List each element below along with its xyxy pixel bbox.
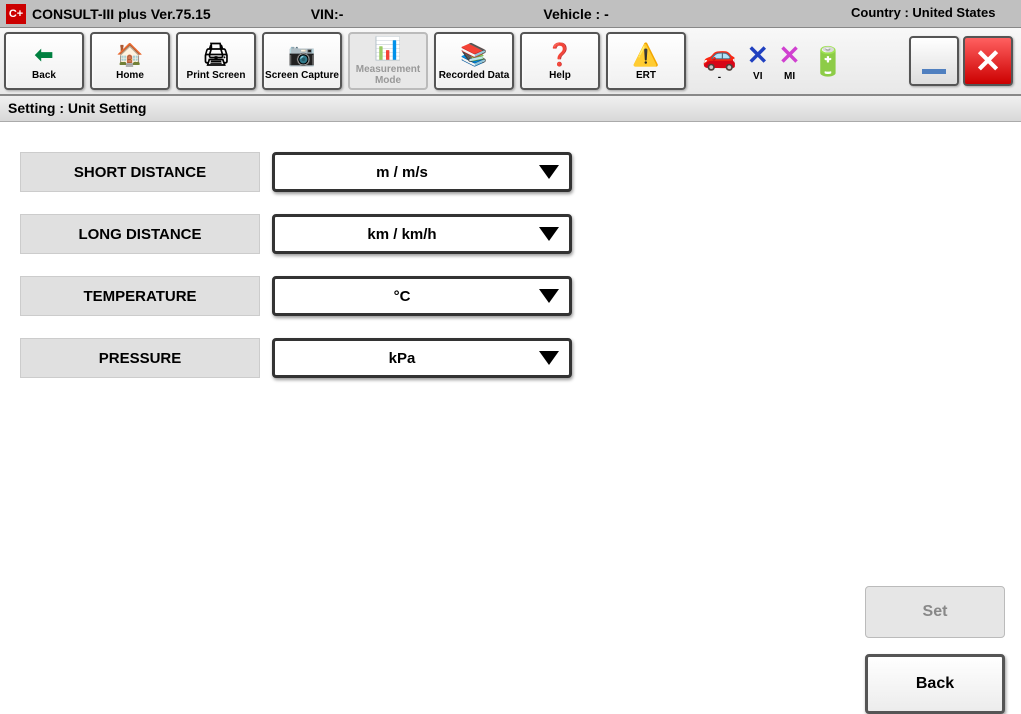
dropdown-value: km / km/h bbox=[275, 226, 529, 243]
ert-button[interactable]: ⚠️ ERT bbox=[606, 32, 686, 90]
help-button[interactable]: ❓ Help bbox=[520, 32, 600, 90]
vehicle-label: Vehicle : - bbox=[543, 6, 851, 22]
chevron-down-icon bbox=[529, 165, 569, 179]
car-icon: 🚗 bbox=[702, 39, 737, 72]
home-button[interactable]: 🏠 Home bbox=[90, 32, 170, 90]
country-label: Country : United States bbox=[851, 6, 1021, 20]
car-status: 🚗 - bbox=[702, 39, 737, 83]
back-button-bottom[interactable]: Back bbox=[865, 654, 1005, 714]
chevron-down-icon bbox=[529, 227, 569, 241]
window-controls: ✕ bbox=[909, 36, 1013, 86]
x-icon: ✕ bbox=[779, 40, 801, 71]
set-button: Set bbox=[865, 586, 1005, 638]
dropdown-value: m / m/s bbox=[275, 164, 529, 181]
print-button[interactable]: 🖨 Print Screen bbox=[176, 32, 256, 90]
battery-status: 🔋 bbox=[810, 45, 845, 78]
temperature-dropdown[interactable]: °C bbox=[272, 276, 572, 316]
header-bar: C+ CONSULT-III plus Ver.75.15 VIN:- Vehi… bbox=[0, 0, 1021, 28]
x-icon: ✕ bbox=[747, 40, 769, 71]
setting-row-long-distance: LONG DISTANCE km / km/h bbox=[20, 214, 1001, 254]
setting-row-temperature: TEMPERATURE °C bbox=[20, 276, 1001, 316]
recorded-data-icon: 📚 bbox=[460, 42, 487, 68]
dropdown-value: °C bbox=[275, 288, 529, 305]
printer-icon: 🖨 bbox=[202, 42, 230, 68]
measurement-icon: 📊 bbox=[374, 36, 401, 62]
pressure-dropdown[interactable]: kPa bbox=[272, 338, 572, 378]
help-icon: ❓ bbox=[546, 42, 573, 68]
setting-label: TEMPERATURE bbox=[20, 276, 260, 316]
content: SHORT DISTANCE m / m/s LONG DISTANCE km … bbox=[0, 122, 1021, 430]
short-distance-dropdown[interactable]: m / m/s bbox=[272, 152, 572, 192]
minimize-button[interactable] bbox=[909, 36, 959, 86]
long-distance-dropdown[interactable]: km / km/h bbox=[272, 214, 572, 254]
back-button[interactable]: ⬅ Back bbox=[4, 32, 84, 90]
battery-icon: 🔋 bbox=[810, 45, 845, 78]
warning-icon: ⚠️ bbox=[632, 42, 659, 68]
measurement-button: 📊 Measurement Mode bbox=[348, 32, 428, 90]
vi-status: ✕ VI bbox=[747, 40, 769, 82]
app-icon: C+ bbox=[6, 4, 26, 24]
chevron-down-icon bbox=[529, 289, 569, 303]
vin-label: VIN:- bbox=[311, 6, 344, 22]
setting-label: LONG DISTANCE bbox=[20, 214, 260, 254]
recorded-button[interactable]: 📚 Recorded Data bbox=[434, 32, 514, 90]
setting-label: SHORT DISTANCE bbox=[20, 152, 260, 192]
toolbar: ⬅ Back 🏠 Home 🖨 Print Screen 📷 Screen Ca… bbox=[0, 28, 1021, 96]
app-title: CONSULT-III plus Ver.75.15 bbox=[32, 6, 211, 22]
chevron-down-icon bbox=[529, 351, 569, 365]
close-button[interactable]: ✕ bbox=[963, 36, 1013, 86]
home-icon: 🏠 bbox=[116, 42, 143, 68]
bottom-buttons: Set Back bbox=[865, 586, 1005, 714]
back-arrow-icon: ⬅ bbox=[35, 42, 53, 68]
breadcrumb: Setting : Unit Setting bbox=[0, 96, 1021, 122]
setting-row-short-distance: SHORT DISTANCE m / m/s bbox=[20, 152, 1001, 192]
setting-row-pressure: PRESSURE kPa bbox=[20, 338, 1001, 378]
camera-icon: 📷 bbox=[288, 42, 315, 68]
status-icons: 🚗 - ✕ VI ✕ MI 🔋 bbox=[702, 39, 845, 83]
setting-label: PRESSURE bbox=[20, 338, 260, 378]
capture-button[interactable]: 📷 Screen Capture bbox=[262, 32, 342, 90]
mi-status: ✕ MI bbox=[779, 40, 801, 82]
dropdown-value: kPa bbox=[275, 350, 529, 367]
